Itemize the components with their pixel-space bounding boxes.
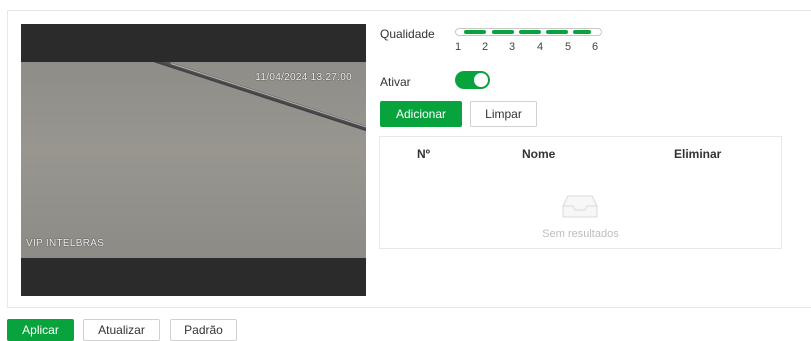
enable-label: Ativar [380,75,411,89]
column-header-number: Nº [417,147,431,161]
inbox-icon [562,195,598,218]
osd-camera-name: VIP INTELBRAS [26,238,105,249]
clear-button[interactable]: Limpar [470,101,537,127]
quality-slider[interactable] [455,28,602,36]
quality-label: Qualidade [380,27,435,41]
quality-level-5[interactable]: 5 [565,41,571,53]
enable-toggle[interactable] [455,71,490,89]
video-frame: 11/04/2024 13:27:00 VIP INTELBRAS [21,62,366,258]
add-button[interactable]: Adicionar [380,101,462,127]
quality-segment-4 [546,30,568,34]
quality-level-6[interactable]: 6 [592,41,598,53]
quality-level-4[interactable]: 4 [537,41,543,53]
quality-segment-5 [573,30,591,34]
empty-state-text: Sem resultados [542,228,619,240]
quality-level-2[interactable]: 2 [482,41,488,53]
video-preview: 11/04/2024 13:27:00 VIP INTELBRAS [21,24,366,296]
quality-level-3[interactable]: 3 [509,41,515,53]
quality-segment-3 [519,30,541,34]
column-header-delete: Eliminar [674,147,722,161]
default-button[interactable]: Padrão [170,319,237,341]
quality-level-1[interactable]: 1 [455,41,461,53]
regions-table: Nº Nome Eliminar Sem resultados [379,136,782,249]
osd-timestamp: 11/04/2024 13:27:00 [255,72,352,83]
apply-button[interactable]: Aplicar [7,319,74,341]
quality-segment-2 [492,30,514,34]
refresh-button[interactable]: Atualizar [83,319,160,341]
toggle-knob [474,73,488,87]
quality-segment-1 [464,30,486,34]
column-header-name: Nome [522,147,556,161]
